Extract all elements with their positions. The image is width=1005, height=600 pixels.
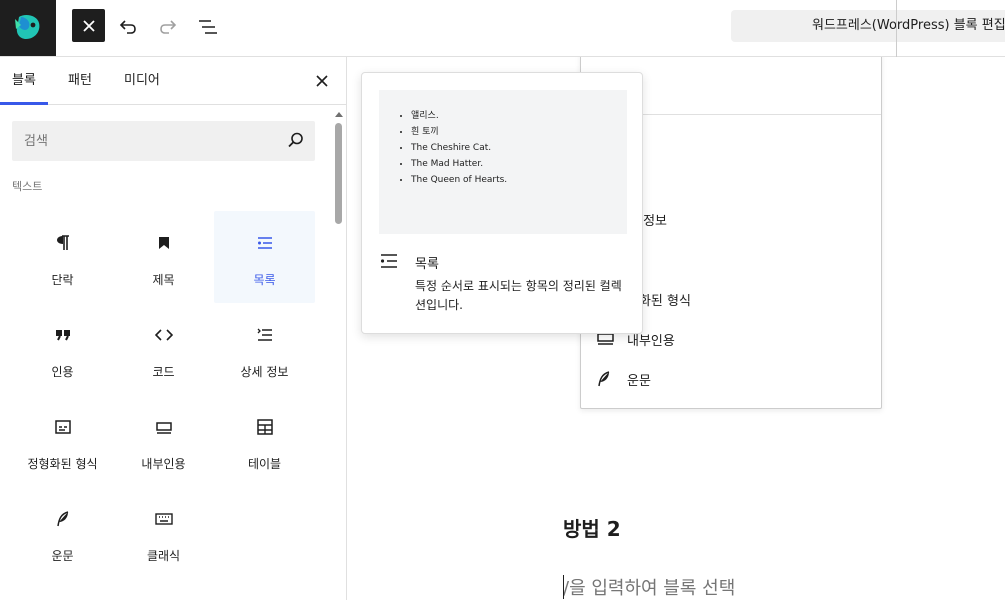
close-inserter-button[interactable] [72, 9, 105, 42]
preview-list-item: 앨리스. [411, 108, 507, 124]
block-pullquote[interactable]: 내부인용 [113, 395, 214, 487]
category-heading: 텍스트 [12, 180, 43, 193]
document-overview-button[interactable] [191, 10, 225, 44]
redo-icon [160, 20, 177, 34]
block-label: 제목 [152, 273, 175, 287]
scrollbar-up-arrow[interactable] [335, 112, 343, 117]
close-icon [82, 19, 95, 32]
verse-icon [597, 371, 619, 387]
block-label: 상세 정보 [240, 365, 289, 379]
tab-patterns[interactable]: 패턴 [56, 57, 104, 105]
undo-icon [119, 20, 136, 34]
block-label: 클래식 [146, 549, 181, 563]
block-table[interactable]: 테이블 [214, 395, 315, 487]
block-inserter-panel: 블록 패턴 미디어 텍스트 단락 제목 목록 인용 [0, 57, 347, 600]
block-label: 내부인용 [141, 457, 186, 471]
block-label: 코드 [152, 365, 175, 379]
block-label: 목록 [253, 273, 276, 287]
list-view-icon [199, 20, 217, 34]
block-paragraph[interactable]: 단락 [12, 211, 113, 303]
preview-area: 앨리스. 흰 토끼 The Cheshire Cat. The Mad Hatt… [379, 90, 627, 234]
editor-header: 워드프레스(WordPress) 블록 편집기 [0, 0, 1005, 57]
block-details[interactable]: 상세 정보 [214, 303, 315, 395]
details-icon [214, 325, 315, 345]
block-heading[interactable]: 제목 [113, 211, 214, 303]
block-label: 운문 [51, 549, 74, 563]
header-edge [896, 0, 1005, 58]
dropdown-item-verse[interactable]: 운문 [597, 361, 651, 397]
close-icon [316, 75, 328, 87]
preview-list-item: The Mad Hatter. [411, 156, 507, 172]
editor-canvas: 용 드 세 정보 블 형화된 형식 내부인용 운문 앨리스. 흰 토끼 The … [347, 57, 1005, 600]
redo-button[interactable] [151, 10, 185, 44]
quote-icon [12, 325, 113, 345]
block-quote[interactable]: 인용 [12, 303, 113, 395]
block-search [12, 121, 315, 161]
search-input[interactable] [12, 121, 272, 161]
search-icon[interactable] [287, 131, 305, 153]
table-icon [214, 417, 315, 437]
inserter-tabs: 블록 패턴 미디어 [0, 57, 346, 105]
close-panel-button[interactable] [310, 69, 334, 93]
bookmark-icon [113, 233, 214, 253]
block-label: 정형화된 형식 [27, 457, 98, 471]
block-label: 테이블 [247, 457, 282, 471]
preview-list: 앨리스. 흰 토끼 The Cheshire Cat. The Mad Hatt… [411, 108, 507, 188]
verse-icon [12, 509, 113, 529]
pullquote-icon [113, 417, 214, 437]
code-icon [113, 325, 214, 345]
undo-button[interactable] [111, 10, 145, 44]
block-code[interactable]: 코드 [113, 303, 214, 395]
keyboard-icon [113, 509, 214, 529]
preview-title: 목록 [415, 257, 439, 272]
preview-description: 특정 순서로 표시되는 항목의 정리된 컬렉션입니다. [415, 279, 622, 312]
dropdown-item-label: 운문 [627, 373, 651, 389]
logo-icon [15, 15, 40, 39]
site-logo[interactable] [0, 0, 56, 56]
scrollbar-thumb[interactable] [335, 123, 342, 224]
paragraph-icon [12, 233, 113, 253]
preview-list-item: 흰 토끼 [411, 124, 507, 140]
tab-blocks[interactable]: 블록 [0, 57, 48, 105]
block-list[interactable]: 목록 [214, 211, 315, 303]
block-classic[interactable]: 클래식 [113, 487, 214, 579]
preview-list-item: The Queen of Hearts. [411, 172, 507, 188]
preview-list-item: The Cheshire Cat. [411, 140, 507, 156]
list-icon [380, 253, 398, 273]
block-preview-popover: 앨리스. 흰 토끼 The Cheshire Cat. The Mad Hatt… [361, 72, 643, 334]
pullquote-icon [597, 332, 619, 346]
text-caret [563, 575, 564, 599]
block-label: 인용 [51, 365, 74, 379]
list-icon [214, 233, 315, 253]
block-preformatted[interactable]: 정형화된 형식 [12, 395, 113, 487]
block-appender-placeholder[interactable]: /을 입력하여 블록 선택 [563, 574, 735, 600]
content-heading[interactable]: 방법 2 [563, 513, 621, 542]
tab-media[interactable]: 미디어 [112, 57, 172, 105]
block-label: 단락 [51, 273, 74, 287]
block-verse[interactable]: 운문 [12, 487, 113, 579]
preformatted-icon [12, 417, 113, 437]
